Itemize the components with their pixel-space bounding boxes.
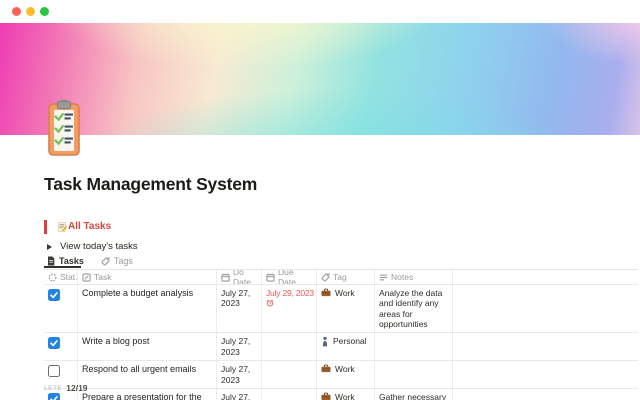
do-date-cell[interactable]: July 27, 2023 [217,361,262,388]
pencil-icon [82,272,91,282]
status-cell [44,285,78,333]
callout-label: All Tasks [68,221,112,232]
briefcase-icon [321,288,331,297]
page-title[interactable]: Task Management System [44,174,257,195]
column-label: Do Date [233,270,251,284]
task-checkbox[interactable] [48,365,60,378]
clipboard-icon[interactable] [47,99,81,157]
column-header-status[interactable]: Stat... [44,270,78,284]
column-header-due_date[interactable]: Due Date [262,270,317,284]
alarm-icon [266,299,274,307]
column-label: Due Date [278,270,296,284]
page-icon [47,256,55,266]
column-header-task[interactable]: Task [78,270,217,284]
notion-window: Task Management System All Tasks View to… [0,0,640,400]
memo-icon [57,221,67,232]
status-cell [44,333,78,361]
tag-icon [321,273,330,282]
toggle-label: View today's tasks [60,241,138,252]
column-label: Task [94,271,112,282]
due-date-cell[interactable] [262,388,317,400]
table-header-row: Stat... Task Do Date Due Date Tag Notes [44,270,638,285]
briefcase-icon [321,392,331,400]
due-date-text: July 29, 2023 [266,288,314,298]
row-spacer [453,333,638,360]
tab-label: Tasks [59,256,84,266]
footer-calc-count: 12/19 [66,383,88,393]
callout-accent-bar [44,219,47,234]
zoom-window-button[interactable] [40,7,49,16]
close-window-button[interactable] [12,7,21,16]
task-cell[interactable]: Respond to all urgent emails [78,361,217,388]
notes-cell[interactable] [375,361,453,388]
person-icon [321,336,329,347]
tag-cell[interactable]: Work [317,388,375,400]
task-checkbox[interactable] [48,392,60,400]
view-todays-tasks-toggle[interactable]: View today's tasks [47,241,138,252]
column-header-do_date[interactable]: Do Date [217,270,262,284]
tag-icon [101,257,110,266]
column-header-notes[interactable]: Notes [375,270,453,284]
calendar-icon [221,272,230,282]
tag-label: Work [335,391,355,400]
column-label: Tag [333,271,347,282]
do-date-cell[interactable]: July 27, [217,388,262,400]
do-date-cell[interactable]: July 27, 2023 [217,333,262,361]
window-titlebar [0,0,640,23]
tag-cell[interactable]: Work [317,361,375,388]
tag-cell[interactable]: Work [317,285,375,333]
footer-calc-label: LETE [44,384,63,392]
column-header-tag[interactable]: Tag [317,270,375,284]
task-checkbox[interactable] [48,289,60,301]
tasks-table: Stat... Task Do Date Due Date Tag Notes Compl… [44,269,638,400]
page-cover-gradient [0,23,640,135]
minimize-window-button[interactable] [26,7,35,16]
calendar-icon [266,272,275,282]
row-spacer [453,285,638,332]
notes-icon [379,273,388,282]
task-cell[interactable]: Write a blog post [78,333,217,361]
column-label: Stat... [60,271,78,282]
due-date-cell[interactable]: July 29, 2023 [262,285,317,333]
row-spacer [453,389,638,400]
task-checkbox[interactable] [48,337,60,350]
task-cell[interactable]: Prepare a presentation for the meeting [78,388,217,400]
notes-cell[interactable] [375,333,453,361]
status-icon [48,273,57,282]
notes-cell[interactable]: Analyze the data and identify any areas … [375,285,453,333]
active-tab-underline [44,266,81,268]
tag-cell[interactable]: Personal [317,333,375,361]
column-header-spacer [453,270,638,284]
table-row: Respond to all urgent emails July 27, 202… [44,361,638,389]
tab-tags[interactable]: Tags [101,255,133,267]
table-row: Write a blog post July 27, 2023 Personal [44,333,638,362]
column-label: Notes [391,271,414,282]
do-date-cell[interactable]: July 27, 2023 [217,285,262,333]
task-cell[interactable]: Complete a budget analysis [78,285,217,333]
briefcase-icon [321,364,331,373]
tag-label: Personal [333,336,367,347]
row-spacer [453,361,638,388]
notes-cell[interactable]: Gather necessary [375,388,453,400]
all-tasks-callout[interactable]: All Tasks [44,219,111,234]
table-row: Prepare a presentation for the meetingJu… [44,388,638,400]
tab-label: Tags [113,256,133,266]
table-footer-calculation[interactable]: LETE 12/19 [44,383,88,393]
tag-label: Work [335,364,355,375]
toggle-arrow-icon [47,243,52,250]
due-date-cell[interactable] [262,333,317,361]
table-row: Complete a budget analysis July 27, 2023 J… [44,285,638,334]
tag-label: Work [335,288,355,298]
due-date-cell[interactable] [262,361,317,388]
